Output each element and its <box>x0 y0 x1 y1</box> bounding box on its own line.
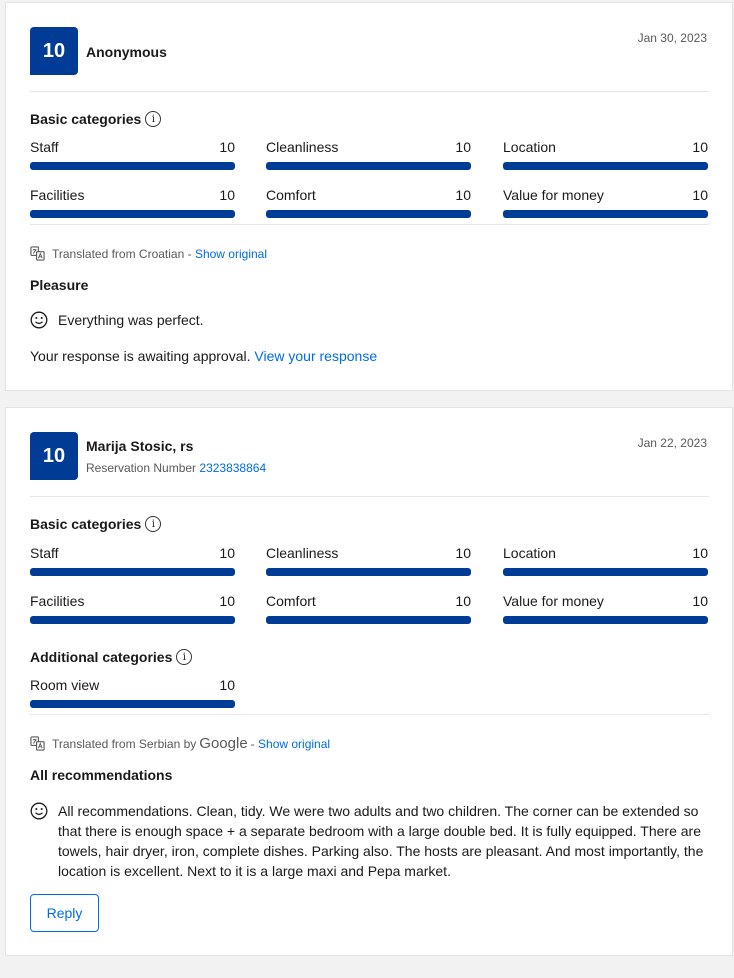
category-cleanliness: Cleanliness 10 <box>266 139 471 170</box>
category-label: Facilities <box>30 593 85 609</box>
category-bar <box>503 162 708 170</box>
category-staff: Staff 10 <box>30 139 235 170</box>
category-value: 10 <box>219 139 235 155</box>
category-bar <box>266 162 471 170</box>
reply-button[interactable]: Reply <box>30 894 99 932</box>
review-text: Everything was perfect. <box>58 312 204 328</box>
category-label: Staff <box>30 545 59 561</box>
info-icon[interactable]: i <box>145 516 162 532</box>
category-room-view: Room view 10 <box>30 677 235 708</box>
category-bar <box>30 700 235 708</box>
review-card: 10 Marija Stosic, rs Reservation Number … <box>5 407 733 956</box>
category-value-for-money: Value for money 10 <box>503 593 708 624</box>
category-bar <box>266 210 471 218</box>
additional-categories-label: Additional categories <box>30 649 173 665</box>
translated-separator: - <box>250 736 255 751</box>
category-bar <box>30 210 235 218</box>
basic-categories-label: Basic categories <box>30 516 142 532</box>
review-score-badge: 10 <box>30 432 78 480</box>
category-staff: Staff 10 <box>30 545 235 576</box>
translation-note: Translated from Serbian by Google - Show… <box>30 735 330 752</box>
info-icon[interactable]: i <box>176 649 193 665</box>
category-value: 10 <box>692 593 708 609</box>
category-value: 10 <box>455 545 471 561</box>
show-original-link[interactable]: Show original <box>195 247 267 261</box>
category-label: Cleanliness <box>266 545 339 561</box>
category-value: 10 <box>455 139 471 155</box>
review-date: Jan 22, 2023 <box>637 436 707 450</box>
category-label: Cleanliness <box>266 139 339 155</box>
additional-categories-heading: Additional categories i <box>30 649 193 665</box>
category-label: Value for money <box>503 593 604 609</box>
category-cleanliness: Cleanliness 10 <box>266 545 471 576</box>
reviewer-name: Marija Stosic, rs <box>86 438 194 454</box>
review-card: 10 Anonymous Jan 30, 2023 Basic categori… <box>5 2 733 391</box>
basic-categories-heading: Basic categories i <box>30 516 162 532</box>
category-label: Value for money <box>503 187 604 203</box>
review-positive: Everything was perfect. <box>30 310 708 330</box>
basic-categories-label: Basic categories <box>30 111 142 127</box>
category-location: Location 10 <box>503 545 708 576</box>
reservation-number-link[interactable]: 2323838864 <box>199 461 266 475</box>
category-bar <box>30 616 235 624</box>
info-icon[interactable]: i <box>145 111 162 127</box>
divider <box>30 496 709 497</box>
category-label: Comfort <box>266 187 316 203</box>
divider <box>30 224 709 225</box>
category-value: 10 <box>219 187 235 203</box>
translation-note: Translated from Croatian - Show original <box>30 246 267 261</box>
review-text: All recommendations. Clean, tidy. We wer… <box>58 803 704 879</box>
category-value: 10 <box>219 593 235 609</box>
google-logo: Google <box>199 735 248 752</box>
category-value: 10 <box>219 545 235 561</box>
category-value: 10 <box>692 187 708 203</box>
category-bar <box>266 568 471 576</box>
category-value: 10 <box>692 139 708 155</box>
view-response-link[interactable]: View your response <box>254 348 377 364</box>
category-value: 10 <box>455 593 471 609</box>
reservation-number: Reservation Number 2323838864 <box>86 461 266 475</box>
category-value: 10 <box>219 677 235 693</box>
category-bar <box>503 568 708 576</box>
review-positive: All recommendations. Clean, tidy. We wer… <box>30 801 708 881</box>
category-label: Comfort <box>266 593 316 609</box>
smiley-icon <box>30 311 48 329</box>
category-facilities: Facilities 10 <box>30 187 235 218</box>
category-label: Staff <box>30 139 59 155</box>
review-title: Pleasure <box>30 277 89 293</box>
show-original-link[interactable]: Show original <box>258 737 330 751</box>
reservation-label: Reservation Number <box>86 461 197 475</box>
review-date: Jan 30, 2023 <box>637 31 707 45</box>
divider <box>30 91 709 92</box>
category-label: Location <box>503 139 556 155</box>
category-comfort: Comfort 10 <box>266 593 471 624</box>
translated-from-text: Translated from Serbian by <box>52 736 197 751</box>
review-score-badge: 10 <box>30 27 78 75</box>
category-comfort: Comfort 10 <box>266 187 471 218</box>
awaiting-approval-text: Your response is awaiting approval. <box>30 348 251 364</box>
translate-icon <box>30 736 45 751</box>
category-bar <box>30 162 235 170</box>
awaiting-approval-note: Your response is awaiting approval. View… <box>30 348 377 364</box>
category-label: Facilities <box>30 187 85 203</box>
category-label: Location <box>503 545 556 561</box>
category-bar <box>503 616 708 624</box>
category-label: Room view <box>30 677 100 693</box>
category-value: 10 <box>692 545 708 561</box>
review-title: All recommendations <box>30 767 173 783</box>
category-bar <box>30 568 235 576</box>
category-value-for-money: Value for money 10 <box>503 187 708 218</box>
category-bar <box>503 210 708 218</box>
translate-icon <box>30 246 45 261</box>
category-location: Location 10 <box>503 139 708 170</box>
reviewer-name: Anonymous <box>86 44 167 60</box>
category-bar <box>266 616 471 624</box>
smiley-icon <box>30 802 48 820</box>
category-value: 10 <box>455 187 471 203</box>
divider <box>30 714 709 715</box>
category-facilities: Facilities 10 <box>30 593 235 624</box>
basic-categories-heading: Basic categories i <box>30 111 162 127</box>
translated-from-text: Translated from Croatian - <box>52 246 192 261</box>
